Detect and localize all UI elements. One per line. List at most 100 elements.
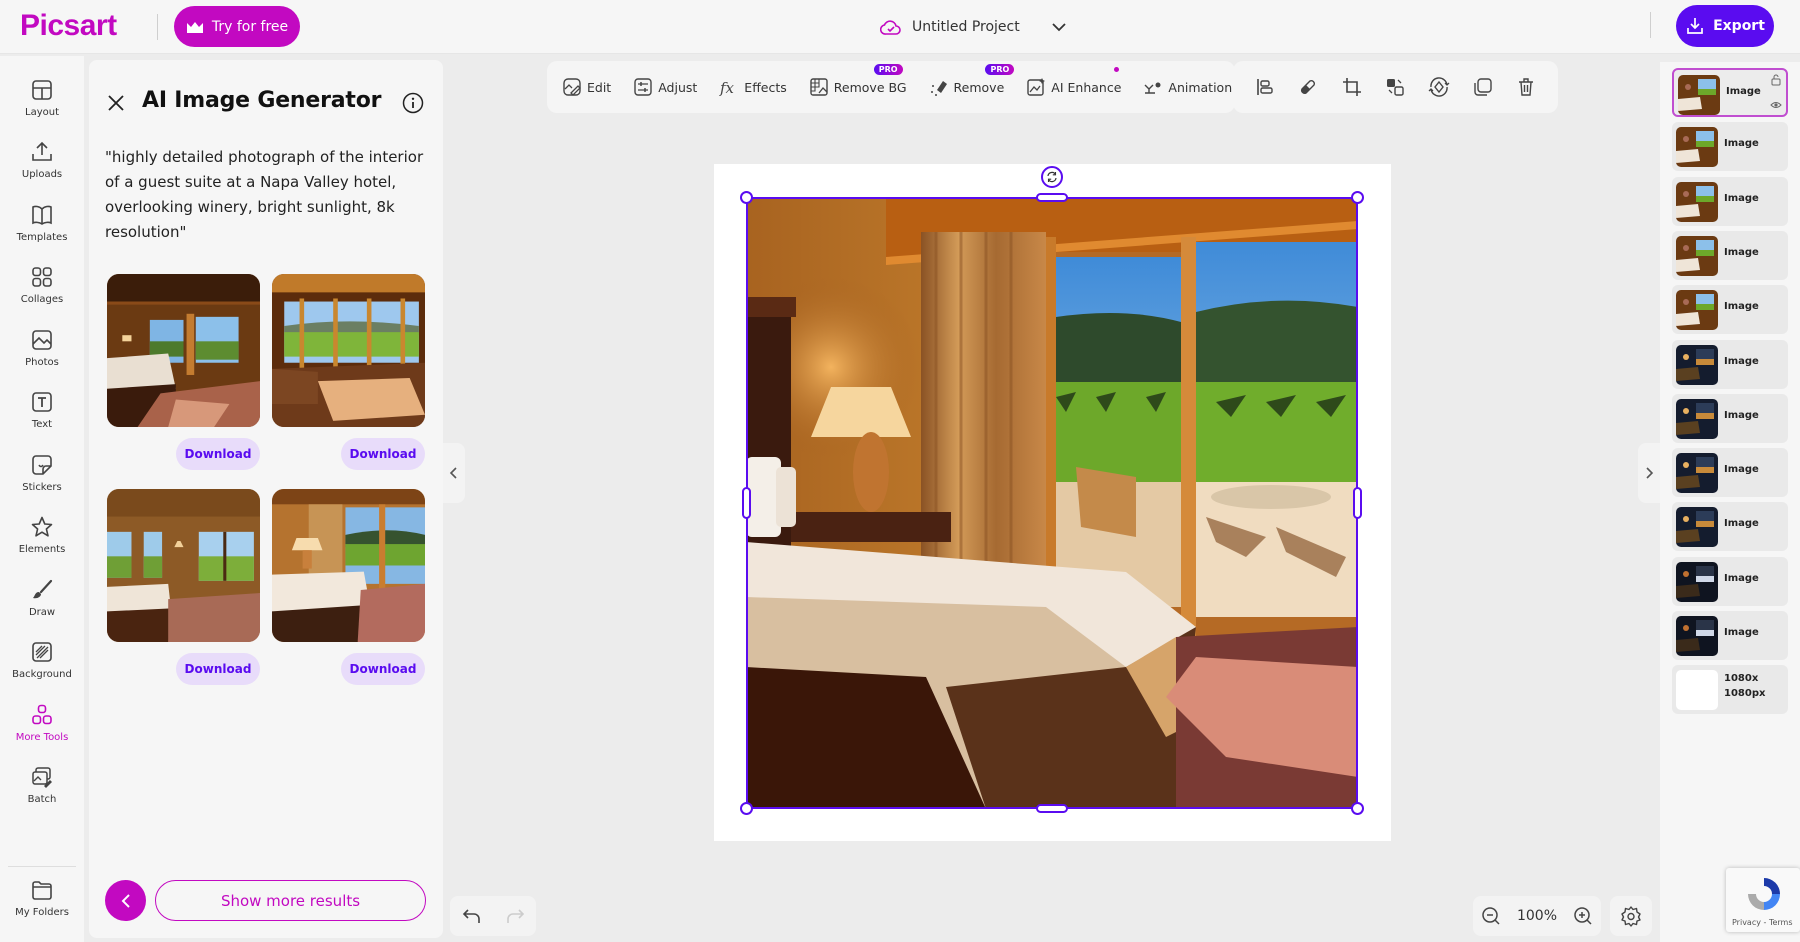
rotate-icon xyxy=(1047,171,1057,183)
layer-item[interactable]: Image xyxy=(1672,68,1788,117)
rail-item-stickers[interactable]: Stickers xyxy=(0,449,84,507)
generated-image-3[interactable] xyxy=(107,489,260,642)
zoom-out-icon[interactable] xyxy=(1481,906,1501,926)
layer-item[interactable]: Image xyxy=(1672,556,1788,606)
unlock-icon[interactable] xyxy=(1770,74,1782,86)
download-button-2[interactable]: Download xyxy=(341,438,425,470)
tool-edit[interactable]: Edit xyxy=(562,77,611,97)
rail-item-text[interactable]: Text xyxy=(0,386,84,444)
download-button-4[interactable]: Download xyxy=(341,653,425,685)
layer-label: 1080x 1080px xyxy=(1724,673,1766,700)
tool-ai-enhance[interactable]: AI Enhance xyxy=(1026,67,1121,97)
settings-button[interactable] xyxy=(1610,896,1652,936)
tool-remove[interactable]: Remove PRO xyxy=(929,64,1015,97)
download-button-1[interactable]: Download xyxy=(176,438,260,470)
layer-item[interactable]: Image xyxy=(1672,393,1788,443)
rail-item-background[interactable]: Background xyxy=(0,636,84,694)
show-more-results-button[interactable]: Show more results xyxy=(155,880,426,921)
rail-item-collages[interactable]: Collages xyxy=(0,261,84,319)
duplicate-button[interactable] xyxy=(1471,75,1495,99)
layer-item[interactable]: Image xyxy=(1672,502,1788,552)
generated-image-4[interactable] xyxy=(272,489,425,642)
resize-handle-top-right[interactable] xyxy=(1351,191,1364,204)
pro-badge: PRO xyxy=(985,64,1015,75)
layer-item[interactable]: Image xyxy=(1672,230,1788,280)
layer-item[interactable]: Image xyxy=(1672,339,1788,389)
canvas-image[interactable] xyxy=(746,197,1358,809)
picsart-logo[interactable]: Picsart xyxy=(20,9,117,43)
layer-item[interactable]: Image xyxy=(1672,176,1788,226)
resize-handle-bottom-right[interactable] xyxy=(1351,802,1364,815)
flip-button[interactable] xyxy=(1427,75,1451,99)
tool-label: Remove xyxy=(953,79,1005,95)
zoom-in-icon[interactable] xyxy=(1573,906,1593,926)
redo-icon[interactable] xyxy=(505,907,525,925)
recaptcha-badge[interactable]: Privacy - Terms xyxy=(1726,868,1800,932)
export-button[interactable]: Export xyxy=(1676,5,1774,47)
generated-image-1[interactable] xyxy=(107,274,260,427)
rail-item-draw[interactable]: Draw xyxy=(0,574,84,632)
recaptcha-links[interactable]: Privacy - Terms xyxy=(1732,918,1793,927)
collapse-panel-button[interactable] xyxy=(443,443,465,503)
layer-item[interactable]: Image xyxy=(1672,611,1788,660)
download-icon xyxy=(1687,18,1703,34)
tool-effects[interactable]: fx Effects xyxy=(719,77,787,97)
eraser-button[interactable] xyxy=(1296,75,1320,99)
gear-icon xyxy=(1621,906,1641,927)
rail-item-uploads[interactable]: Uploads xyxy=(0,136,84,194)
trash-icon xyxy=(1519,78,1534,96)
tool-animation[interactable]: Animation xyxy=(1143,77,1232,97)
layer-thumbnail xyxy=(1676,398,1718,439)
resize-handle-top[interactable] xyxy=(1036,193,1068,202)
resize-handle-right[interactable] xyxy=(1353,487,1362,519)
tool-adjust[interactable]: Adjust xyxy=(633,77,697,97)
panel-title: AI Image Generator xyxy=(142,88,382,113)
layer-item[interactable]: Image xyxy=(1672,285,1788,335)
eye-icon[interactable] xyxy=(1770,100,1782,110)
replace-icon xyxy=(1387,79,1405,96)
align-button[interactable] xyxy=(1253,75,1277,99)
layer-thumbnail xyxy=(1676,127,1718,168)
rail-item-layout[interactable]: Layout xyxy=(0,74,84,132)
rail-label: Text xyxy=(31,419,53,430)
close-icon[interactable] xyxy=(107,94,125,112)
rail-item-elements[interactable]: Elements xyxy=(0,511,84,569)
resize-handle-left[interactable] xyxy=(742,487,751,519)
tool-remove-bg[interactable]: Remove BG PRO xyxy=(809,64,907,97)
cloud-check-icon xyxy=(880,20,901,35)
layer-item[interactable]: Image xyxy=(1672,122,1788,172)
info-icon[interactable] xyxy=(402,92,424,114)
generated-image-graphic xyxy=(272,274,425,427)
rail-item-batch[interactable]: Batch xyxy=(0,761,84,819)
resize-handle-bottom[interactable] xyxy=(1036,804,1068,813)
resize-handle-bottom-left[interactable] xyxy=(740,802,753,815)
download-button-3[interactable]: Download xyxy=(176,653,260,685)
back-button[interactable] xyxy=(105,880,146,921)
rail-item-templates[interactable]: Templates xyxy=(0,199,84,257)
layer-label: Image xyxy=(1724,518,1759,530)
try-for-free-button[interactable]: Try for free xyxy=(174,6,300,47)
flip-icon xyxy=(1428,77,1450,97)
rotate-handle[interactable] xyxy=(1041,166,1063,188)
tool-label: Remove BG xyxy=(833,79,907,95)
resize-handle-top-left[interactable] xyxy=(740,191,753,204)
layer-label: Image xyxy=(1724,464,1759,476)
rail-item-my-folders[interactable]: My Folders xyxy=(0,874,84,932)
pro-badge: PRO xyxy=(873,64,903,75)
more-tools-icon xyxy=(32,704,52,725)
rail-item-photos[interactable]: Photos xyxy=(0,324,84,382)
undo-icon[interactable] xyxy=(462,907,482,925)
try-for-free-label: Try for free xyxy=(211,18,289,35)
replace-button[interactable] xyxy=(1383,75,1407,99)
layer-item[interactable]: Image xyxy=(1672,448,1788,498)
rail-item-more-tools[interactable]: More Tools xyxy=(0,699,84,757)
project-title-dropdown[interactable]: Untitled Project xyxy=(880,12,1066,42)
rail-label: Templates xyxy=(16,232,68,243)
crop-button[interactable] xyxy=(1340,75,1364,99)
generated-image-2[interactable] xyxy=(272,274,425,427)
delete-button[interactable] xyxy=(1514,75,1538,99)
layer-label: Image xyxy=(1724,246,1759,258)
collapse-layers-button[interactable] xyxy=(1638,443,1660,503)
layer-thumbnail xyxy=(1676,181,1718,222)
layer-item[interactable]: 1080x 1080px xyxy=(1672,665,1788,715)
